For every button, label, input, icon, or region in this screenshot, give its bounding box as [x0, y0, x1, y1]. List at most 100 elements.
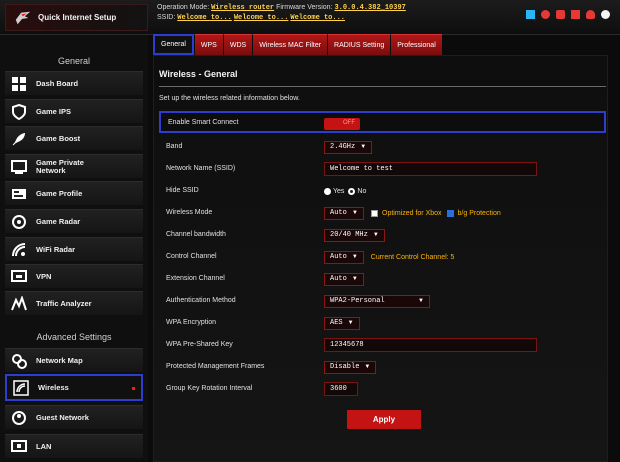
chevron-down-icon: ▼ — [351, 276, 358, 282]
bandwidth-select[interactable]: 20/40 MHz ▼ — [324, 228, 385, 242]
quick-internet-setup-label: Quick Internet Setup — [38, 13, 117, 22]
tab-wds[interactable]: WDS — [223, 34, 253, 55]
hide-ssid-no-label: No — [357, 187, 367, 195]
quick-internet-setup-button[interactable]: Quick Internet Setup — [5, 4, 148, 31]
firmware-link[interactable]: 3.0.0.4.382_10397 — [334, 4, 405, 12]
tab-radius-setting[interactable]: RADIUS Setting — [328, 34, 391, 55]
sidebar-item-lan[interactable]: LAN — [5, 434, 143, 458]
extension-channel-select[interactable]: Auto ▼ — [324, 272, 364, 286]
ethernet-status-icon[interactable] — [526, 10, 535, 19]
hide-ssid-row: Hide SSID Yes No — [159, 182, 606, 200]
control-channel-value: Auto — [330, 253, 347, 261]
settings-gear-icon[interactable] — [601, 10, 610, 19]
hide-ssid-no-radio[interactable] — [348, 187, 356, 195]
sidebar-item-dashboard[interactable]: Dash Board — [5, 71, 143, 95]
band-select[interactable]: 2.4GHz ▼ — [324, 140, 373, 154]
sidebar-item-traffic-analyzer[interactable]: Traffic Analyzer — [5, 291, 143, 315]
op-mode-link[interactable]: Wireless router — [211, 4, 274, 12]
sidebar-item-network-map[interactable]: Network Map — [5, 348, 143, 372]
sidebar-item-game-radar[interactable]: Game Radar — [5, 209, 143, 233]
wpa-encryption-select[interactable]: AES ▼ — [324, 316, 360, 330]
extension-channel-label: Extension Channel — [166, 275, 225, 282]
page-description: Set up the wireless related information … — [159, 95, 300, 102]
smart-connect-toggle[interactable]: OFF — [324, 118, 360, 130]
pmf-value: Disable — [330, 363, 360, 371]
chevron-down-icon: ▼ — [347, 320, 354, 326]
psk-row: WPA Pre-Shared Key 12345678 — [159, 336, 606, 354]
tab-wps[interactable]: WPS — [194, 34, 223, 55]
tab-bar: General WPS WDS Wireless MAC Filter RADI… — [153, 34, 443, 55]
control-channel-row: Control Channel Auto ▼ Current Control Ch… — [159, 248, 606, 266]
lan-icon — [11, 439, 27, 452]
bg-protection-label: b/g Protection — [457, 209, 501, 217]
monitor-icon — [11, 159, 27, 174]
sidebar-item-game-ips[interactable]: Game IPS — [5, 99, 143, 123]
hide-ssid-yes-radio[interactable] — [324, 187, 331, 195]
wireless-mode-select[interactable]: Auto ▼ — [324, 206, 364, 220]
ssid-link-3[interactable]: Welcome to... — [290, 14, 345, 22]
sidebar-item-game-profile[interactable]: Game Profile — [5, 181, 143, 205]
sidebar-item-guest-network[interactable]: Guest Network — [5, 405, 143, 429]
bg-protection-checkbox[interactable] — [446, 209, 454, 217]
radar-icon — [12, 214, 26, 229]
wifi-radar-icon — [12, 242, 26, 256]
gamepad-status-icon[interactable] — [586, 10, 595, 19]
content-panel: Wireless - General Set up the wireless r… — [153, 55, 608, 462]
ssid-link-2[interactable]: Welcome to... — [234, 14, 289, 22]
sidebar-item-game-boost[interactable]: Game Boost — [5, 126, 143, 150]
sidebar-item-vpn[interactable]: VPN — [5, 264, 143, 288]
usb-status-icon[interactable] — [571, 10, 580, 19]
tab-professional[interactable]: Professional — [391, 34, 442, 55]
gk-interval-value: 3600 — [330, 385, 347, 393]
chevron-down-icon: ▼ — [360, 144, 367, 150]
traffic-icon — [11, 295, 27, 310]
ssid-input[interactable]: Welcome to test — [324, 162, 537, 176]
rocket-icon — [12, 132, 25, 145]
smart-connect-label: Enable Smart Connect — [168, 119, 239, 126]
chevron-down-icon: ▼ — [364, 364, 371, 370]
control-channel-select[interactable]: Auto ▼ — [324, 250, 364, 264]
xbox-checkbox[interactable] — [371, 209, 378, 217]
tab-general[interactable]: General — [153, 34, 194, 55]
psk-label: WPA Pre-Shared Key — [166, 341, 233, 348]
band-value: 2.4GHz — [330, 143, 356, 151]
pmf-select[interactable]: Disable ▼ — [324, 360, 377, 374]
apply-button[interactable]: Apply — [347, 410, 421, 429]
users-status-icon[interactable] — [556, 10, 565, 19]
sidebar-item-label: Game IPS — [36, 106, 72, 116]
vpn-icon — [11, 269, 27, 282]
control-channel-label: Control Channel — [166, 253, 217, 260]
chevron-down-icon: ▼ — [372, 232, 379, 238]
band-label: Band — [166, 143, 183, 150]
gear-status-icon[interactable] — [541, 10, 550, 19]
chevron-down-icon: ▼ — [352, 210, 358, 216]
network-map-icon — [12, 353, 27, 369]
profile-icon — [12, 188, 26, 199]
sidebar-item-label: Game Profile — [36, 188, 83, 198]
op-mode-label: Operation Mode: — [157, 4, 210, 11]
sidebar-item-label: VPN — [36, 271, 52, 281]
sidebar-item-label: WiFi Radar — [36, 244, 76, 254]
hide-ssid-yes-label: Yes — [333, 187, 345, 195]
gk-interval-row: Group Key Rotation Interval 3600 — [159, 380, 606, 398]
psk-value: 12345678 — [330, 341, 364, 349]
ssid-label: SSID: — [157, 14, 176, 21]
psk-input[interactable]: 12345678 — [324, 338, 537, 352]
sidebar-item-wifi-radar[interactable]: WiFi Radar — [5, 237, 143, 261]
auth-method-label: Authentication Method — [166, 297, 236, 304]
sidebar-item-wireless[interactable]: Wireless — [5, 374, 143, 401]
extension-channel-value: Auto — [330, 275, 347, 283]
auth-method-select[interactable]: WPA2-Personal ▼ — [324, 294, 430, 308]
band-row: Band 2.4GHz ▼ — [159, 138, 606, 156]
sidebar-item-label: LAN — [36, 441, 52, 451]
sidebar-general-title: General — [57, 56, 91, 66]
sidebar-item-game-private-network[interactable]: Game Private Network — [5, 154, 143, 178]
gk-interval-input[interactable]: 3600 — [324, 382, 358, 396]
pmf-row: Protected Management Frames Disable ▼ — [159, 358, 606, 376]
guest-icon — [12, 410, 26, 425]
sidebar: General Dash Board Game IPS Game Boost G… — [0, 35, 148, 462]
current-channel-hint: Current Control Channel: 5 — [370, 253, 455, 261]
tab-wireless-mac-filter[interactable]: Wireless MAC Filter — [253, 34, 328, 55]
operation-info: Operation Mode: Wireless router Firmware… — [157, 3, 406, 23]
ssid-link-1[interactable]: Welcome to... — [177, 14, 232, 22]
